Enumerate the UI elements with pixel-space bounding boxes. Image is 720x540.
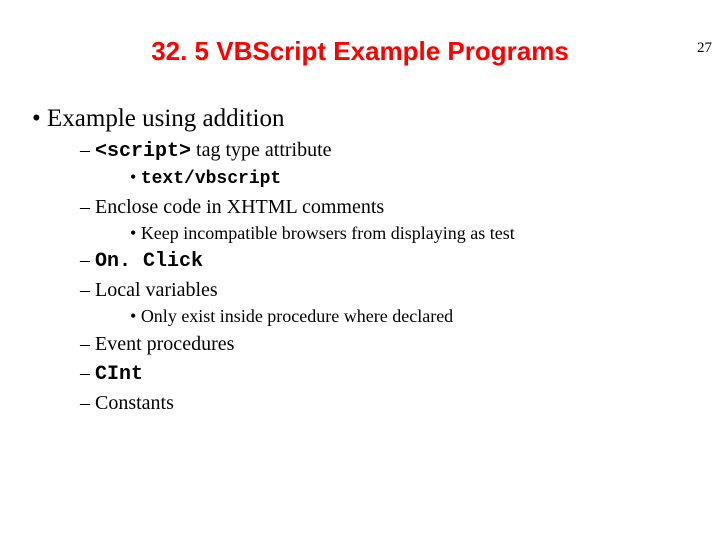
code-text: CInt — [95, 363, 143, 386]
bullet-level3: Only exist inside procedure where declar… — [130, 305, 720, 328]
bullet-level2: Event procedures — [80, 332, 720, 357]
bullet-text: Event procedures — [95, 333, 234, 355]
bullet-text: Keep incompatible browsers from displayi… — [141, 223, 515, 243]
bullet-level2: On. Click — [80, 248, 720, 274]
code-text: On. Click — [95, 250, 203, 273]
slide-body: Example using addition <script> tag type… — [0, 103, 720, 416]
code-text: text/vbscript — [141, 169, 281, 189]
bullet-level2: <script> tag type attribute — [80, 138, 720, 164]
code-text: <script> — [95, 140, 191, 163]
slide-title: 32. 5 VBScript Example Programs — [0, 36, 720, 67]
bullet-text: tag type attribute — [191, 139, 332, 161]
bullet-level2: CInt — [80, 361, 720, 387]
bullet-level1: Example using addition — [32, 103, 720, 134]
bullet-text: Constants — [95, 392, 174, 414]
bullet-text: Local variables — [95, 279, 218, 301]
page-number: 27 — [697, 40, 712, 57]
bullet-level3: text/vbscript — [130, 166, 720, 191]
bullet-text: Example using addition — [47, 105, 284, 132]
bullet-level2: Constants — [80, 391, 720, 416]
bullet-level3: Keep incompatible browsers from displayi… — [130, 222, 720, 245]
bullet-text: Enclose code in XHTML comments — [95, 196, 384, 218]
bullet-level2: Enclose code in XHTML comments — [80, 195, 720, 220]
bullet-level2: Local variables — [80, 278, 720, 303]
bullet-text: Only exist inside procedure where declar… — [141, 306, 453, 326]
